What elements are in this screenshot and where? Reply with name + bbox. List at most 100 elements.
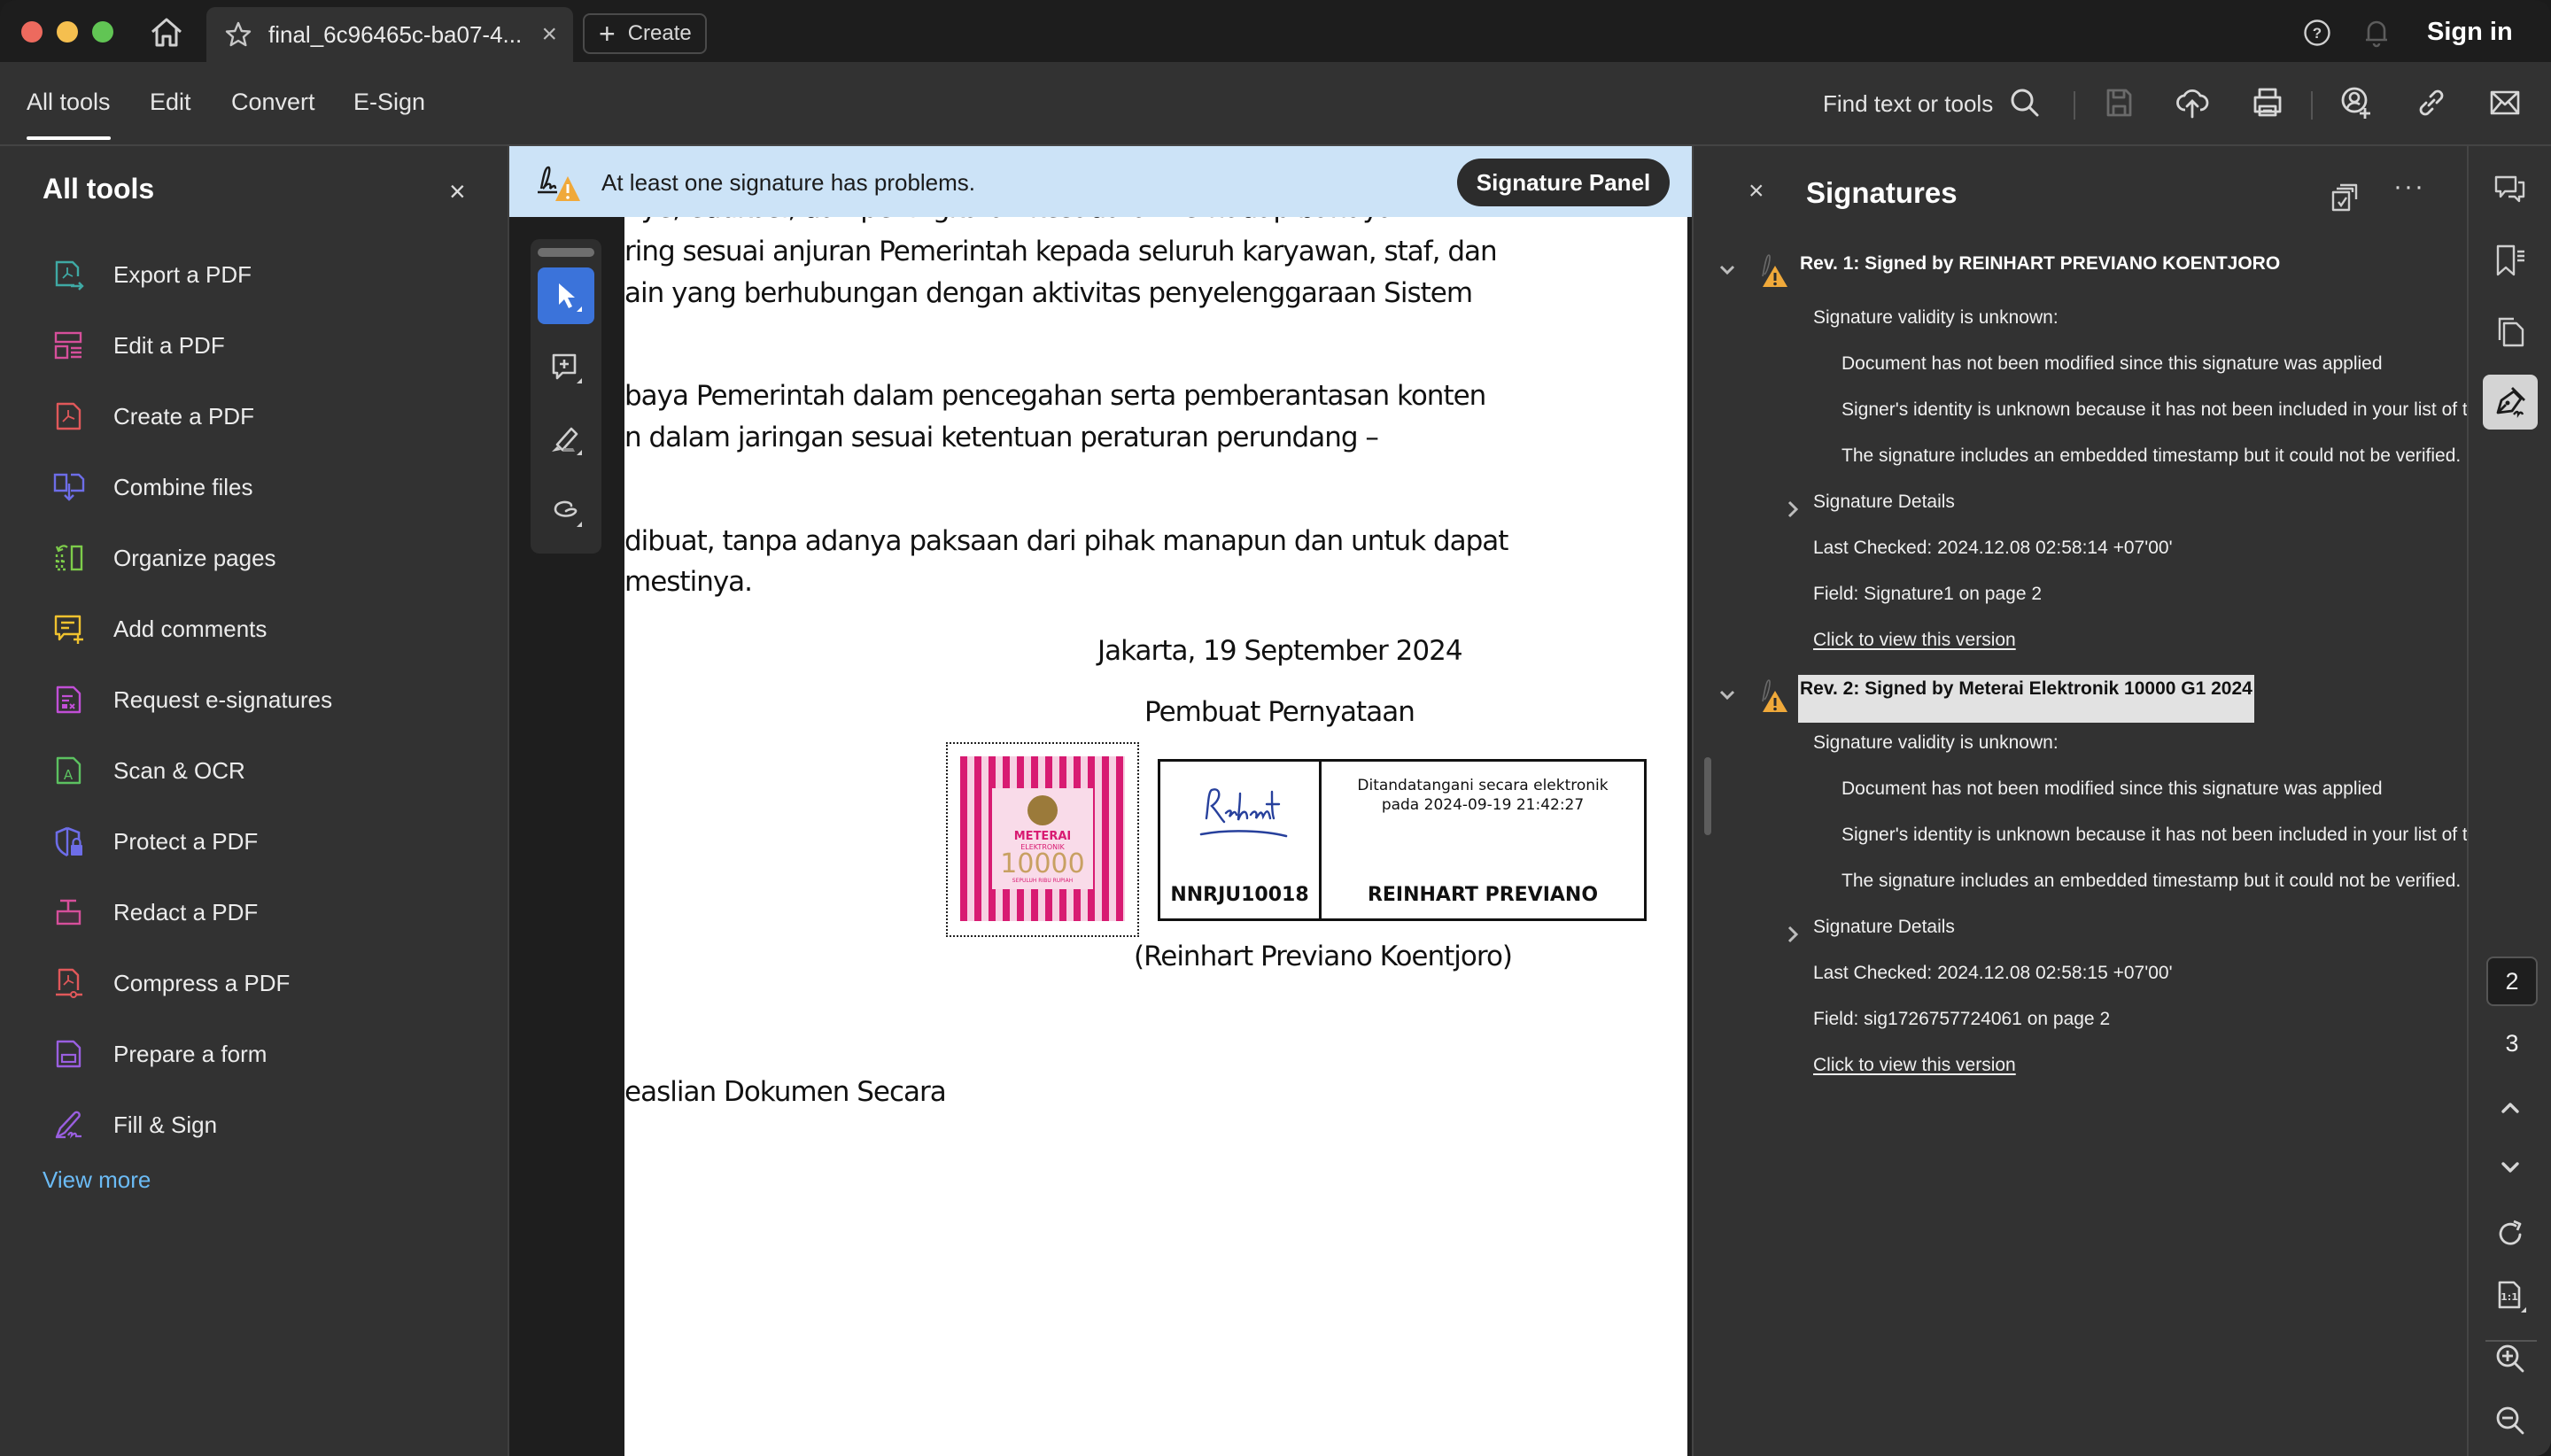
signature-warning-banner: At least one signature has problems. Sig… xyxy=(509,146,1692,217)
view-version-link[interactable]: Click to view this version xyxy=(1813,1055,2016,1076)
help-icon[interactable]: ? xyxy=(2303,19,2331,47)
signature-timestamp: Ditandatangani secara elektronik pada 20… xyxy=(1357,777,1609,814)
create-button[interactable]: + Create xyxy=(583,13,707,54)
place-date: Jakarta, 19 September 2024 xyxy=(1097,635,1463,667)
tool-export-pdf[interactable]: Export a PDF xyxy=(53,248,478,301)
tool-request-esignatures[interactable]: Request e-signatures xyxy=(53,673,478,726)
revision-title[interactable]: Rev. 2: Signed by Meterai Elektronik 100… xyxy=(1798,675,2254,723)
create-pdf-icon xyxy=(53,400,85,432)
mail-icon[interactable] xyxy=(2487,85,2523,120)
last-checked: Last Checked: 2024.12.08 02:58:14 +07'00… xyxy=(1813,538,2173,558)
document-line: mestinya. xyxy=(624,566,753,598)
chevron-right-icon[interactable] xyxy=(1784,923,1802,946)
bookmarks-icon[interactable] xyxy=(2483,233,2538,288)
fill-sign-icon xyxy=(53,1109,85,1141)
more-options-icon[interactable]: ··· xyxy=(2393,174,2425,200)
chevron-down-icon[interactable] xyxy=(1717,259,1738,280)
comments-icon[interactable] xyxy=(2483,162,2538,217)
document-viewer[interactable]: At least one signature has problems. Sig… xyxy=(509,146,1692,1456)
tool-fill-sign[interactable]: Fill & Sign xyxy=(53,1098,478,1151)
plus-icon: + xyxy=(599,18,616,50)
tab-all-tools[interactable]: All tools xyxy=(27,89,111,140)
document-line: ring sesuai anjuran Pemerintah kepada se… xyxy=(624,236,1498,267)
page-thumbnails-icon[interactable] xyxy=(2483,304,2538,359)
notification-bell-icon[interactable] xyxy=(2361,17,2392,49)
toolbar-divider xyxy=(2074,91,2075,120)
tool-add-comments[interactable]: Add comments xyxy=(53,602,478,655)
edit-pdf-icon xyxy=(53,329,85,361)
star-icon[interactable] xyxy=(224,20,252,49)
revision-title[interactable]: Rev. 1: Signed by REINHART PREVIANO KOEN… xyxy=(1798,250,2282,278)
window-zoom-button[interactable] xyxy=(92,21,113,43)
tool-redact-pdf[interactable]: Redact a PDF xyxy=(53,886,478,939)
view-version-link[interactable]: Click to view this version xyxy=(1813,630,2016,651)
add-comment-tool-button[interactable] xyxy=(538,339,594,396)
tool-edit-pdf[interactable]: Edit a PDF xyxy=(53,319,478,372)
title-bar: final_6c96465c-ba07-4... × + Create ? Si… xyxy=(0,0,2551,62)
signature-details-toggle[interactable]: Signature Details xyxy=(1813,492,1955,513)
close-panel-icon[interactable]: × xyxy=(1748,178,1764,205)
pdf-page: nye, edukasi, dan peningkatan kesadaran … xyxy=(624,146,1687,1456)
banner-message: At least one signature has problems. xyxy=(601,169,976,196)
tool-scan-ocr[interactable]: A Scan & OCR xyxy=(53,744,478,797)
tool-protect-pdf[interactable]: Protect a PDF xyxy=(53,815,478,868)
select-tool-button[interactable] xyxy=(538,267,594,324)
search-icon[interactable] xyxy=(2007,85,2043,120)
validity-reason: The signature includes an embedded times… xyxy=(1842,445,2462,466)
close-icon[interactable]: × xyxy=(449,177,466,205)
document-line: n dalam jaringan sesuai ketentuan peratu… xyxy=(624,422,1379,453)
tool-organize-pages[interactable]: Organize pages xyxy=(53,531,478,585)
window-close-button[interactable] xyxy=(21,21,43,43)
document-tab[interactable]: final_6c96465c-ba07-4... × xyxy=(206,7,573,62)
drag-handle[interactable] xyxy=(538,248,594,257)
tool-combine-files[interactable]: Combine files xyxy=(53,461,478,514)
tab-close-icon[interactable]: × xyxy=(541,19,557,50)
next-page-icon[interactable] xyxy=(2483,1140,2538,1195)
scan-ocr-icon: A xyxy=(53,755,85,786)
home-icon[interactable] xyxy=(149,16,184,48)
upload-cloud-icon[interactable] xyxy=(2175,85,2210,120)
tab-convert[interactable]: Convert xyxy=(231,89,315,116)
tool-prepare-form[interactable]: Prepare a form xyxy=(53,1027,478,1080)
digital-signature-box[interactable]: NNRJU10018 Ditandatangani secara elektro… xyxy=(1158,759,1647,921)
find-text-or-tools[interactable]: Find text or tools xyxy=(1823,90,1993,118)
validity-reason: The signature includes an embedded times… xyxy=(1842,871,2462,891)
zoom-in-icon[interactable] xyxy=(2483,1331,2538,1386)
signature-details-toggle[interactable]: Signature Details xyxy=(1813,917,1955,938)
link-icon[interactable] xyxy=(2414,85,2449,120)
tab-e-sign[interactable]: E-Sign xyxy=(353,89,425,116)
save-icon[interactable] xyxy=(2101,85,2136,120)
validity-status: Signature validity is unknown: xyxy=(1813,732,2059,753)
page-3-button[interactable]: 3 xyxy=(2486,1018,2538,1068)
print-icon[interactable] xyxy=(2250,85,2285,120)
signer-name: REINHART PREVIANO xyxy=(1367,884,1599,906)
tool-compress-pdf[interactable]: Compress a PDF xyxy=(53,956,478,1010)
signer-role: Pembuat Pernyataan xyxy=(1144,696,1415,728)
chevron-right-icon[interactable] xyxy=(1784,498,1802,521)
highlight-tool-button[interactable] xyxy=(538,411,594,468)
page-2-button[interactable]: 2 xyxy=(2486,956,2538,1006)
document-line: easlian Dokumen Secara xyxy=(624,1076,947,1108)
e-meterai-stamp[interactable]: METERAI ELEKTRONIK 10000 SEPULUH RIBU RU… xyxy=(946,742,1139,937)
sign-in-button[interactable]: Sign in xyxy=(2427,18,2513,47)
signature-warning-icon xyxy=(534,162,584,203)
svg-text:1:1: 1:1 xyxy=(2501,1291,2518,1303)
panel-resize-handle[interactable] xyxy=(1704,757,1711,835)
rotate-icon[interactable] xyxy=(2483,1207,2538,1262)
tool-create-pdf[interactable]: Create a PDF xyxy=(53,390,478,443)
tab-edit[interactable]: Edit xyxy=(150,89,191,116)
signature-panel-button[interactable]: Signature Panel xyxy=(1457,159,1670,206)
signatures-pen-icon[interactable] xyxy=(2483,375,2538,430)
validate-all-icon[interactable] xyxy=(2328,180,2363,215)
chevron-down-icon[interactable] xyxy=(1717,684,1738,705)
request-esign-icon xyxy=(53,684,85,716)
zoom-out-icon[interactable] xyxy=(2483,1393,2538,1448)
share-user-icon[interactable] xyxy=(2338,85,2374,120)
main-toolbar: All tools Edit Convert E-Sign Find text … xyxy=(0,62,2551,146)
actual-size-icon[interactable]: 1:1 xyxy=(2483,1269,2538,1324)
last-checked: Last Checked: 2024.12.08 02:58:15 +07'00… xyxy=(1813,963,2173,983)
previous-page-icon[interactable] xyxy=(2483,1080,2538,1135)
draw-lasso-tool-button[interactable] xyxy=(538,483,594,539)
window-minimize-button[interactable] xyxy=(57,21,78,43)
view-more-link[interactable]: View more xyxy=(43,1166,151,1194)
